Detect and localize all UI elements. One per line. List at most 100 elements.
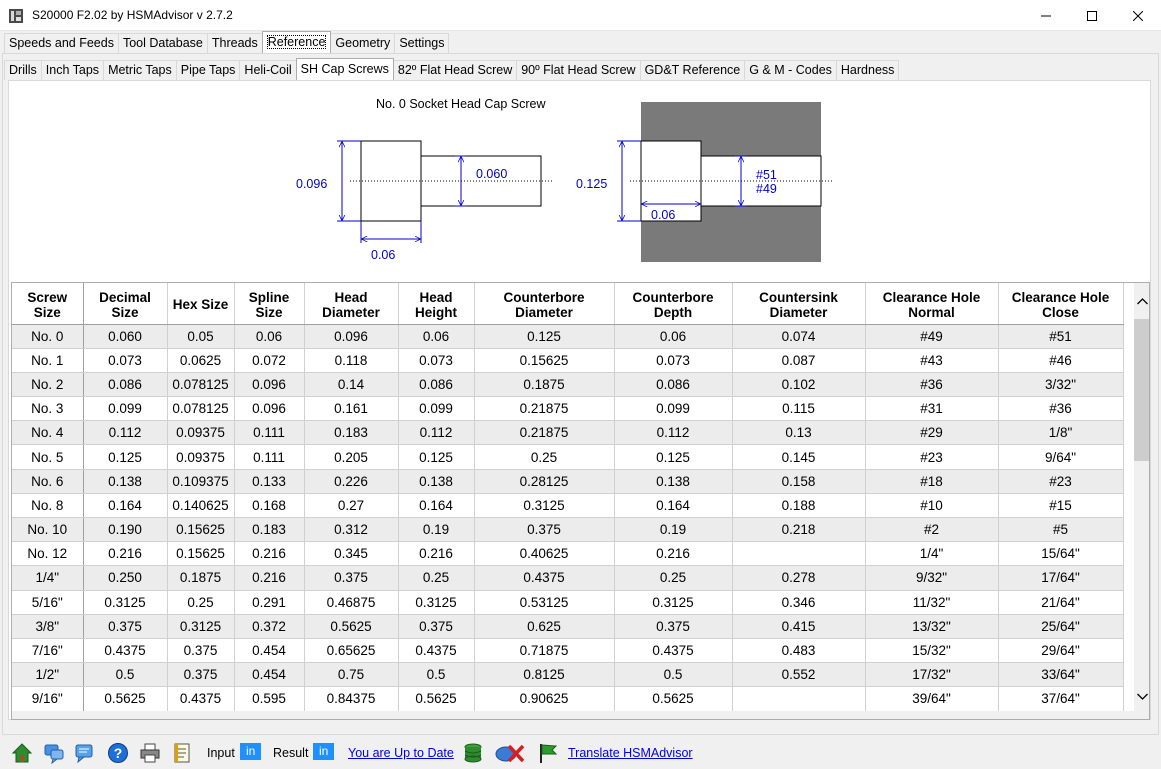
column-header[interactable]: Clearance Hole Normal [865,283,999,325]
chat-bubbles-icon[interactable] [43,742,65,764]
table-cell: 0.65625 [304,638,399,664]
table-row[interactable]: 9/16" 0.5625 0.4375 0.595 0.84375 0.5625 0.906… [12,686,1124,712]
tab-threads[interactable]: Threads [206,33,263,53]
table-cell: 0.375 [83,614,168,639]
table-row[interactable]: 3/8" 0.375 0.3125 0.372 0.5625 0.375 0.625 0.37… [12,614,1124,639]
tab-82-flat-head-screw[interactable]: 82º Flat Head Screw [392,60,518,80]
tab-label: Metric Taps [108,63,172,77]
home-icon[interactable] [11,742,33,764]
tab-90-flat-head-screw[interactable]: 90º Flat Head Screw [516,60,641,80]
column-header[interactable]: Clearance Hole Close [998,283,1124,325]
table-row[interactable]: No. 2 0.086 0.078125 0.096 0.14 0.086 0.1875 0.… [12,372,1124,398]
table-cell: 0.345 [304,541,399,567]
column-header[interactable]: Head Diameter [304,283,399,325]
head-height-label: 0.06 [371,248,395,262]
column-header[interactable]: Countersink Diameter [732,283,866,325]
table-cell: 0.073 [83,348,168,373]
horizontal-scrollbar[interactable] [12,711,1134,719]
table-cell: 0.4375 [83,638,168,664]
column-header-label: Countersink [759,289,838,305]
tab-pipe-taps[interactable]: Pipe Taps [175,60,241,80]
table-cell: 0.3125 [614,590,733,615]
table-cell: 0.158 [732,469,866,494]
body-diameter-label: 0.060 [476,167,507,181]
column-header-label: Counterbore [503,289,585,305]
tab-speeds-and-feeds[interactable]: Speeds and Feeds [4,33,119,53]
table-cell: No. 12 [12,541,84,567]
table-cell: No. 3 [12,396,84,422]
table-cell: 0.375 [398,614,475,639]
tab-geometry[interactable]: Geometry [330,33,396,53]
flag-icon[interactable] [537,742,559,764]
column-header[interactable]: Counterbore Diameter [474,283,615,325]
column-header[interactable]: Counterbore Depth [614,283,733,325]
tab-reference[interactable]: Reference [261,31,332,53]
table-cell: 0.099 [83,396,168,422]
table-cell: 9/64" [998,444,1124,470]
table-cell: 37/64" [998,686,1124,712]
database-icon[interactable] [462,742,484,764]
table-cell: 0.078125 [167,396,235,422]
column-header-label: Clearance Hole [1011,289,1110,305]
table-row[interactable]: No. 0 0.060 0.05 0.06 0.096 0.06 0.125 0.06 0.07… [12,324,1124,349]
table-row[interactable]: 1/4" 0.250 0.1875 0.216 0.375 0.25 0.4375 0.25 0… [12,565,1124,591]
scroll-thumb[interactable] [1134,319,1149,461]
table-row[interactable]: No. 5 0.125 0.09375 0.111 0.205 0.125 0.25 0.12… [12,444,1124,470]
table-cell: 0.218 [732,517,866,543]
help-icon[interactable]: ? [107,742,129,764]
counterbore-diameter-label: 0.125 [576,177,607,191]
tab-gdt-reference[interactable]: GD&T Reference [639,60,746,80]
table-cell: 0.25 [474,444,615,470]
tab-hardness[interactable]: Hardness [835,60,900,80]
column-header[interactable]: Screw Size [12,283,84,325]
print-icon[interactable] [139,742,161,764]
table-row[interactable]: No. 4 0.112 0.09375 0.111 0.183 0.112 0.21875 0… [12,420,1124,446]
scroll-up-button[interactable] [1134,293,1149,310]
column-header[interactable]: Hex Size [167,283,235,325]
close-button[interactable] [1115,0,1161,31]
tab-sh-cap-screws[interactable]: SH Cap Screws [295,58,394,80]
table-cell: 0.5 [614,662,733,688]
table-row[interactable]: No. 8 0.164 0.140625 0.168 0.27 0.164 0.3125 0.… [12,493,1124,519]
table-row[interactable]: No. 12 0.216 0.15625 0.216 0.345 0.216 0.40625… [12,541,1124,567]
input-unit-selector[interactable]: in [240,743,262,760]
reference-tabs: Drills Inch Taps Metric Taps Pipe Taps H… [4,58,900,80]
table-row[interactable]: No. 1 0.073 0.0625 0.072 0.118 0.073 0.15625 0.… [12,348,1124,373]
table-cell: 0.216 [234,541,305,567]
table-row[interactable]: No. 3 0.099 0.078125 0.096 0.161 0.099 0.21875… [12,396,1124,422]
disconnect-icon[interactable] [494,742,528,764]
maximize-button[interactable] [1069,0,1115,31]
notes-icon[interactable] [171,742,193,764]
column-header[interactable]: Decimal Size [83,283,168,325]
table-cell: 0.164 [614,493,733,519]
tab-settings[interactable]: Settings [394,33,450,53]
translate-link[interactable]: Translate HSMAdvisor [568,746,693,760]
scroll-down-button[interactable] [1134,688,1149,705]
tab-metric-taps[interactable]: Metric Taps [103,60,177,80]
screw-table-container[interactable]: Screw Size Decimal Size Hex Size Spline Size He… [11,282,1150,720]
column-header-label: Counterbore [632,289,714,305]
minimize-button[interactable] [1023,0,1069,31]
table-row[interactable]: 5/16" 0.3125 0.25 0.291 0.46875 0.3125 0.53125… [12,590,1124,615]
table-row[interactable]: No. 6 0.138 0.109375 0.133 0.226 0.138 0.28125… [12,469,1124,494]
table-cell: 0.072 [234,348,305,373]
tab-inch-taps[interactable]: Inch Taps [40,60,105,80]
table-row[interactable]: 1/2" 0.5 0.375 0.454 0.75 0.5 0.8125 0.5 0.552 17… [12,662,1124,688]
result-unit-selector[interactable]: in [313,743,335,760]
tab-tool-database[interactable]: Tool Database [117,33,208,53]
tab-heli-coil[interactable]: Heli-Coil [239,60,297,80]
tab-g-m-codes[interactable]: G & M - Codes [744,60,837,80]
table-row[interactable]: 7/16" 0.4375 0.375 0.454 0.65625 0.4375 0.7187… [12,638,1124,664]
table-cell: No. 1 [12,348,84,373]
column-header[interactable]: Head Height [398,283,475,325]
vertical-scrollbar[interactable] [1134,283,1149,719]
comment-icon[interactable] [73,742,95,764]
update-status-link[interactable]: You are Up to Date [348,746,454,760]
column-header[interactable]: Spline Size [234,283,305,325]
table-row[interactable]: No. 10 0.190 0.15625 0.183 0.312 0.19 0.375 0.1… [12,517,1124,543]
table-cell: 0.074 [732,324,866,349]
tab-drills[interactable]: Drills [4,60,42,80]
table-cell: 0.216 [234,565,305,591]
chevron-down-icon [1137,693,1148,700]
column-header-label: Size [255,304,283,320]
